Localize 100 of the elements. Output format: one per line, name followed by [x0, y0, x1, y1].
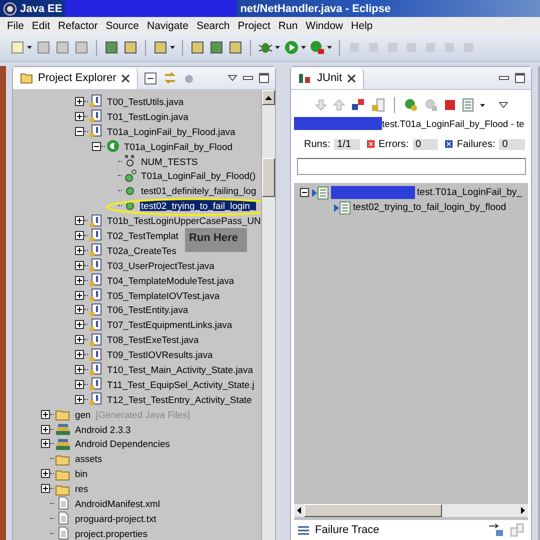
minimize-icon[interactable] [499, 76, 509, 80]
tree-item[interactable]: T02_TestTemplat [106, 230, 180, 241]
tree-item[interactable]: project.properties [74, 528, 148, 539]
expander-icon[interactable] [75, 335, 84, 344]
rerun-icon[interactable] [404, 98, 418, 112]
expander-icon[interactable] [75, 216, 84, 226]
tree-item[interactable]: T06_TestEntity.java [106, 304, 190, 316]
expander-icon[interactable] [41, 424, 50, 434]
expander-icon[interactable] [41, 410, 50, 419]
tree-item[interactable]: T01a_LoginFail_by_Flood() [140, 170, 257, 182]
expander-icon[interactable] [75, 290, 84, 300]
expander-icon[interactable] [75, 380, 84, 389]
java-file-icon [89, 332, 103, 347]
maximize-icon[interactable] [515, 73, 525, 83]
expander-icon[interactable] [75, 230, 84, 240]
tree-item[interactable]: test01_definitely_failing_log [140, 185, 258, 196]
scroll-up-button[interactable] [262, 90, 275, 105]
menu-item[interactable]: Navigate [144, 20, 194, 32]
run-icon[interactable] [284, 40, 299, 55]
close-icon[interactable] [347, 74, 356, 82]
menu-item[interactable]: Project [234, 20, 276, 32]
right-arrow-icon[interactable] [521, 507, 525, 514]
expander-icon[interactable] [75, 246, 84, 255]
expander-icon[interactable] [300, 188, 309, 197]
maximize-icon[interactable] [259, 73, 269, 83]
menu-item[interactable]: Search [193, 20, 235, 32]
tree-item[interactable]: res [74, 483, 90, 494]
menu-item[interactable]: Refactor [55, 20, 103, 32]
up-arrow-icon[interactable] [265, 96, 272, 100]
tree-item[interactable]: T12_Test_TestEntry_Activity_State [106, 394, 253, 405]
run-stop-icon[interactable] [310, 40, 325, 55]
collapse-all-icon[interactable] [144, 72, 158, 84]
expander-icon[interactable] [75, 305, 84, 314]
tree-item[interactable]: T01a_LoginFail_by_Flood.java [106, 126, 236, 137]
expander-icon[interactable] [41, 439, 50, 448]
project-explorer-tab[interactable]: Project Explorer [13, 68, 138, 88]
tree-item[interactable]: test02_trying_to_fail_login_ [140, 200, 256, 212]
menu-item[interactable]: Edit [28, 20, 56, 32]
expander-icon[interactable] [75, 112, 84, 121]
tree-item[interactable]: T10_Test_Main_Activity_State.java [106, 364, 254, 375]
menu-item[interactable]: Help [348, 20, 378, 32]
expander-icon[interactable] [75, 364, 84, 374]
scroll-thumb[interactable] [262, 158, 275, 197]
tree-item[interactable]: T01_TestLogin.java [106, 110, 190, 122]
caret-icon[interactable] [327, 46, 332, 49]
tree-item[interactable]: T07_TestEquipmentLinks.java [106, 319, 234, 330]
tree-item[interactable]: T05_TemplateIOVTest.java [106, 290, 221, 301]
caret-icon[interactable] [170, 46, 175, 49]
counter-value: 0 [499, 138, 526, 150]
tree-item[interactable]: assets [74, 453, 104, 464]
expander-icon[interactable] [75, 394, 84, 404]
tree-item[interactable]: T03_UserProjectTest.java [106, 260, 216, 271]
menu-item[interactable]: Source [102, 20, 144, 32]
left-arrow-icon[interactable] [297, 507, 301, 514]
caret-icon[interactable] [27, 46, 32, 49]
view-menu-icon[interactable] [228, 75, 237, 81]
tree-item[interactable]: Android 2.3.3 [74, 424, 132, 435]
expander-icon[interactable] [41, 469, 50, 478]
scroll-thumb[interactable] [304, 504, 442, 517]
junit-tab[interactable]: JUnit [291, 68, 364, 88]
expander-icon[interactable] [75, 260, 84, 270]
tree-item[interactable]: gen [74, 408, 92, 420]
expander-icon[interactable] [75, 96, 84, 106]
tree-item[interactable]: T01a_LoginFail_by_Flood [123, 140, 234, 152]
expander-icon[interactable] [92, 142, 101, 151]
expander-icon[interactable] [75, 350, 84, 360]
tree-item[interactable]: bin [74, 468, 89, 480]
horizontal-scrollbar[interactable] [294, 504, 528, 517]
tree-item[interactable]: T01b_TestLoginUpperCasePass_UN [106, 215, 261, 226]
tree-item[interactable]: NUM_TESTS [140, 156, 199, 166]
vertical-scrollbar[interactable] [261, 90, 275, 540]
tree-item[interactable]: T11_Test_EquipSel_Activity_State.j [106, 378, 256, 390]
tree-item[interactable]: T00_TestUtils.java [106, 96, 185, 107]
menu-item[interactable]: File [4, 20, 29, 32]
caret-icon[interactable] [275, 46, 280, 49]
menu-item[interactable]: Window [302, 20, 348, 32]
expander-icon[interactable] [41, 484, 50, 494]
tree-item[interactable]: proguard-project.txt [74, 512, 158, 524]
close-icon[interactable] [121, 74, 130, 82]
test-item[interactable]: test02_trying_to_fail_login_by_flood [353, 202, 506, 213]
tree-item[interactable]: Android Dependencies [74, 438, 171, 450]
tree-item[interactable]: T04_TemplateModuleTest.java [106, 274, 236, 286]
test-item[interactable]: test.T01a_LoginFail_by_ [417, 187, 522, 198]
bug-icon[interactable] [258, 40, 273, 55]
minimize-icon[interactable] [243, 76, 253, 80]
tree-item[interactable]: T02a_CreateTes [106, 244, 178, 256]
history-icon[interactable] [462, 98, 474, 112]
caret-icon[interactable] [480, 104, 485, 106]
expander-icon[interactable] [75, 320, 84, 330]
tree-item[interactable]: AndroidManifest.xml [74, 498, 161, 509]
tree-item[interactable]: T08_TestExeTest.java [106, 334, 200, 346]
counter-label: Failures: [456, 138, 496, 150]
caret-icon[interactable] [301, 46, 306, 49]
view-menu-icon[interactable] [499, 102, 508, 108]
filter-trace-icon[interactable] [488, 523, 504, 537]
expander-icon[interactable] [75, 276, 84, 285]
tree-item[interactable]: T09_TestIOVResults.java [106, 349, 214, 360]
menu-item[interactable]: Run [275, 20, 303, 32]
expander-icon[interactable] [75, 126, 84, 136]
java-file-icon [89, 214, 103, 228]
